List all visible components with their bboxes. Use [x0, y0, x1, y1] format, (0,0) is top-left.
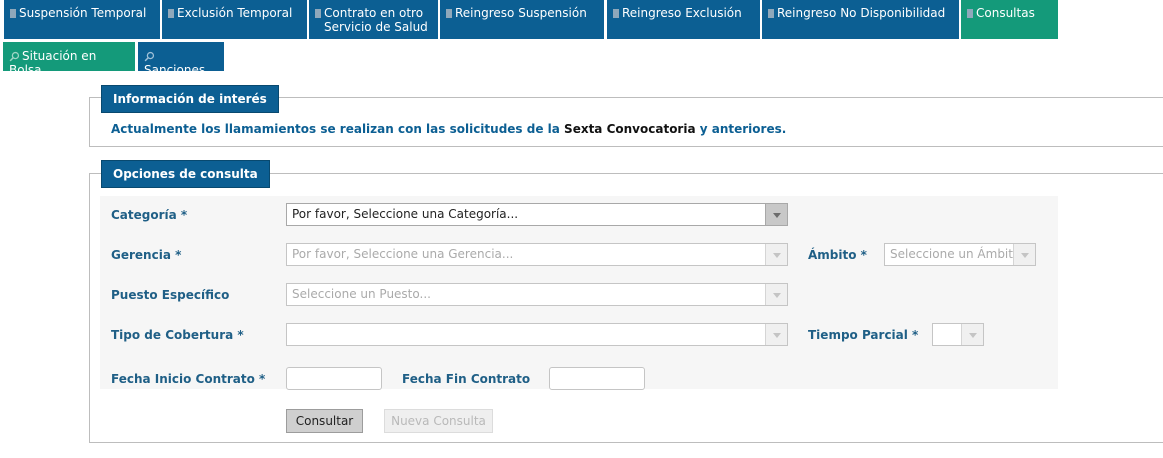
fecha-inicio-input[interactable]: [286, 367, 382, 390]
categoria-value: Por favor, Seleccione una Categoría...: [292, 207, 519, 221]
chevron-down-icon[interactable]: [765, 204, 787, 225]
tab-label: Reingreso No Disponibilidad: [777, 6, 946, 20]
tab-label: Suspensión Temporal: [19, 6, 147, 20]
info-message: Actualmente los llamamientos se realizan…: [111, 122, 786, 136]
document-icon: [168, 9, 174, 18]
search-icon: [9, 51, 20, 62]
ambito-select[interactable]: Seleccione un Ámbito...: [884, 243, 1036, 266]
document-icon: [446, 9, 452, 18]
info-text-after: y anteriores.: [695, 122, 787, 136]
tab-label: Contrato en otro Servicio de Salud: [324, 6, 432, 34]
cobertura-label: Tipo de Cobertura *: [111, 328, 244, 342]
puesto-select[interactable]: Seleccione un Puesto...: [286, 283, 788, 306]
document-icon: [613, 9, 619, 18]
ambito-label: Ámbito *: [808, 248, 867, 262]
chevron-down-icon[interactable]: [961, 324, 983, 345]
consultar-button[interactable]: Consultar: [286, 409, 363, 433]
tab-reingreso-no-disponibilidad[interactable]: Reingreso No Disponibilidad: [762, 0, 959, 39]
fecha-inicio-label: Fecha Inicio Contrato *: [111, 372, 266, 386]
categoria-select[interactable]: Por favor, Seleccione una Categoría...: [286, 203, 788, 226]
tab-label-line1: Contrato en otro: [324, 6, 424, 20]
nueva-consulta-button[interactable]: Nueva Consulta: [384, 409, 493, 433]
options-legend: Opciones de consulta: [101, 160, 270, 188]
ambito-placeholder: Seleccione un Ámbito...: [890, 247, 1032, 261]
search-icon: [144, 51, 155, 62]
document-icon: [967, 9, 973, 18]
tab-label-line2: Servicio de Salud: [324, 20, 428, 34]
tab-reingreso-suspension[interactable]: Reingreso Suspensión: [440, 0, 604, 39]
subtab-label: Sanciones: [144, 63, 206, 77]
tiempo-parcial-label: Tiempo Parcial *: [808, 328, 919, 342]
fecha-fin-input[interactable]: [549, 367, 645, 390]
info-text-highlight: Sexta Convocatoria: [564, 122, 696, 136]
tab-contrato-otro-servicio[interactable]: Contrato en otro Servicio de Salud: [309, 0, 438, 39]
chevron-down-icon[interactable]: [765, 284, 787, 305]
info-text-before: Actualmente los llamamientos se realizan…: [111, 122, 565, 136]
document-icon: [768, 9, 774, 18]
categoria-label: Categoría *: [111, 208, 188, 222]
tab-suspension-temporal[interactable]: Suspensión Temporal: [4, 0, 160, 39]
chevron-down-icon[interactable]: [1013, 244, 1035, 265]
document-icon: [315, 9, 321, 18]
info-legend: Información de interés: [101, 85, 279, 113]
subtab-situacion-en-bolsa[interactable]: Situación en Bolsa: [3, 42, 135, 77]
subtab-label: Situación en Bolsa: [9, 49, 97, 77]
tab-label: Consultas: [976, 6, 1035, 20]
gerencia-select[interactable]: Por favor, Seleccione una Gerencia...: [286, 243, 788, 266]
tab-label: Reingreso Exclusión: [622, 6, 742, 20]
tab-reingreso-exclusion[interactable]: Reingreso Exclusión: [607, 0, 760, 39]
tab-label: Exclusión Temporal: [177, 6, 293, 20]
tiempo-parcial-select[interactable]: [932, 323, 984, 346]
fecha-fin-label: Fecha Fin Contrato: [402, 372, 531, 386]
chevron-down-icon[interactable]: [765, 244, 787, 265]
gerencia-placeholder: Por favor, Seleccione una Gerencia...: [292, 247, 514, 261]
puesto-placeholder: Seleccione un Puesto...: [292, 287, 431, 301]
gerencia-label: Gerencia *: [111, 248, 182, 262]
chevron-down-icon[interactable]: [765, 324, 787, 345]
tab-exclusion-temporal[interactable]: Exclusión Temporal: [162, 0, 307, 39]
tab-label: Reingreso Suspensión: [455, 6, 587, 20]
tab-consultas[interactable]: Consultas: [961, 0, 1058, 39]
subtab-sanciones[interactable]: Sanciones: [138, 42, 224, 77]
cobertura-select[interactable]: [286, 323, 788, 346]
document-icon: [10, 9, 16, 18]
puesto-label: Puesto Específico: [111, 288, 230, 302]
